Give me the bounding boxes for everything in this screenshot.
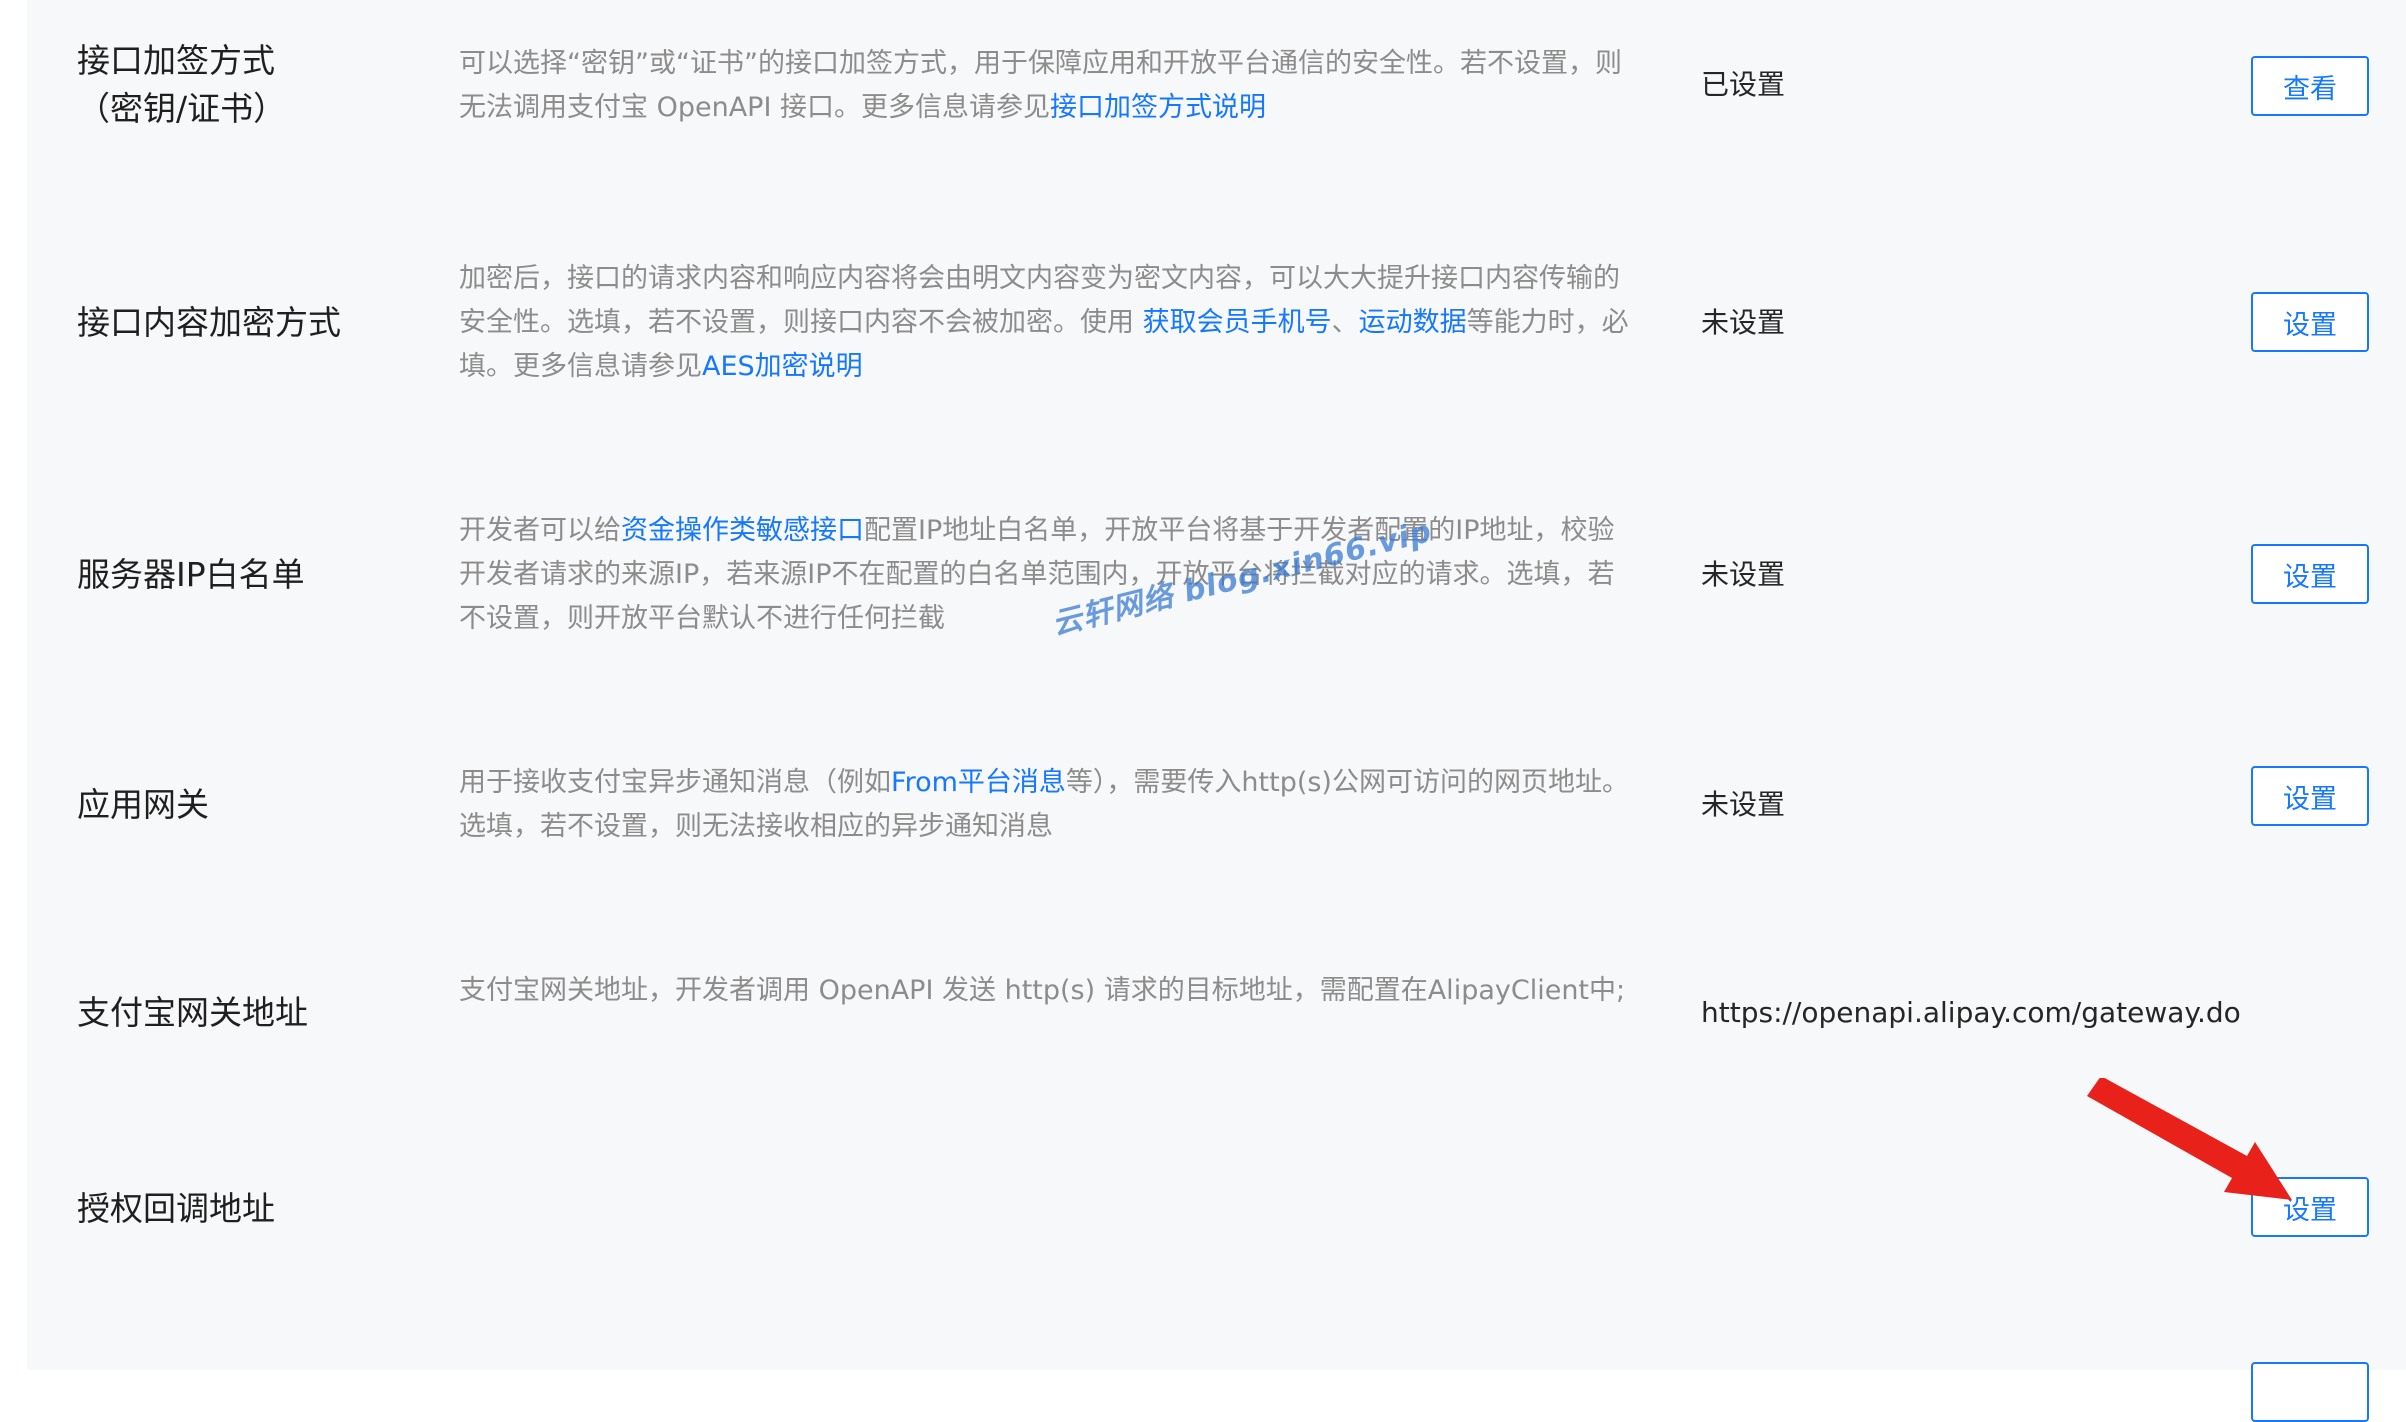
sensitive-api-link[interactable]: 资金操作类敏感接口: [621, 515, 864, 546]
set-button[interactable]: 设置: [2251, 544, 2369, 604]
row-label: 接口内容加密方式: [77, 303, 341, 342]
row-label: 应用网关: [77, 785, 209, 824]
row-description: 加密后，接口的请求内容和响应内容将会由明文内容变为密文内容，可以大大提升接口内容…: [459, 257, 1629, 389]
row-label-line-2: （密钥/证书）: [77, 89, 287, 128]
aes-doc-link[interactable]: AES加密说明: [702, 351, 863, 382]
desc-text: 支付宝网关地址，开发者调用 OpenAPI 发送 http(s) 请求的目标地址…: [459, 975, 1626, 1006]
row-label: 授权回调地址: [77, 1189, 275, 1228]
desc-text: 用于接收支付宝异步通知消息（例如: [459, 767, 891, 798]
from-platform-message-link[interactable]: From平台消息: [891, 767, 1066, 798]
status-text: 未设置: [1701, 558, 1786, 591]
row-description: 可以选择“密钥”或“证书”的接口加签方式，用于保障应用和开放平台通信的安全性。若…: [459, 42, 1629, 130]
desc-text: 开发者可以给: [459, 515, 621, 546]
set-button[interactable]: 设置: [2251, 766, 2369, 826]
settings-panel: 接口加签方式 （密钥/证书） 可以选择“密钥”或“证书”的接口加签方式，用于保障…: [27, 0, 2406, 1422]
row-description: 用于接收支付宝异步通知消息（例如From平台消息等），需要传入http(s)公网…: [459, 761, 1629, 849]
view-button[interactable]: 查看: [2251, 56, 2369, 116]
member-phone-link[interactable]: 获取会员手机号: [1143, 307, 1332, 338]
row-label: 服务器IP白名单: [77, 555, 305, 594]
status-text: 未设置: [1701, 788, 1786, 821]
status-text: 已设置: [1701, 68, 1786, 101]
row-description: 开发者可以给资金操作类敏感接口配置IP地址白名单，开放平台将基于开发者配置的IP…: [459, 509, 1629, 641]
row-label: 支付宝网关地址: [77, 993, 308, 1032]
desc-text: 可以选择“密钥”或“证书”的接口加签方式，用于保障应用和开放平台通信的安全性。若…: [459, 48, 1622, 123]
set-button[interactable]: 设置: [2251, 292, 2369, 352]
red-arrow-icon: [2087, 1078, 2292, 1200]
status-text: 未设置: [1701, 306, 1786, 339]
row-label: 接口加签方式 （密钥/证书）: [77, 37, 286, 133]
desc-text: 、: [1331, 307, 1359, 338]
gateway-url: https://openapi.alipay.com/gateway.do: [1701, 996, 2241, 1029]
row-description: 支付宝网关地址，开发者调用 OpenAPI 发送 http(s) 请求的目标地址…: [459, 969, 1629, 1013]
page-left-margin: [0, 0, 27, 1370]
row-label-line-1: 接口加签方式: [77, 41, 275, 80]
sports-data-link[interactable]: 运动数据: [1359, 307, 1467, 338]
sign-method-doc-link[interactable]: 接口加签方式说明: [1050, 92, 1266, 123]
next-row-button-partial[interactable]: [2251, 1362, 2369, 1422]
